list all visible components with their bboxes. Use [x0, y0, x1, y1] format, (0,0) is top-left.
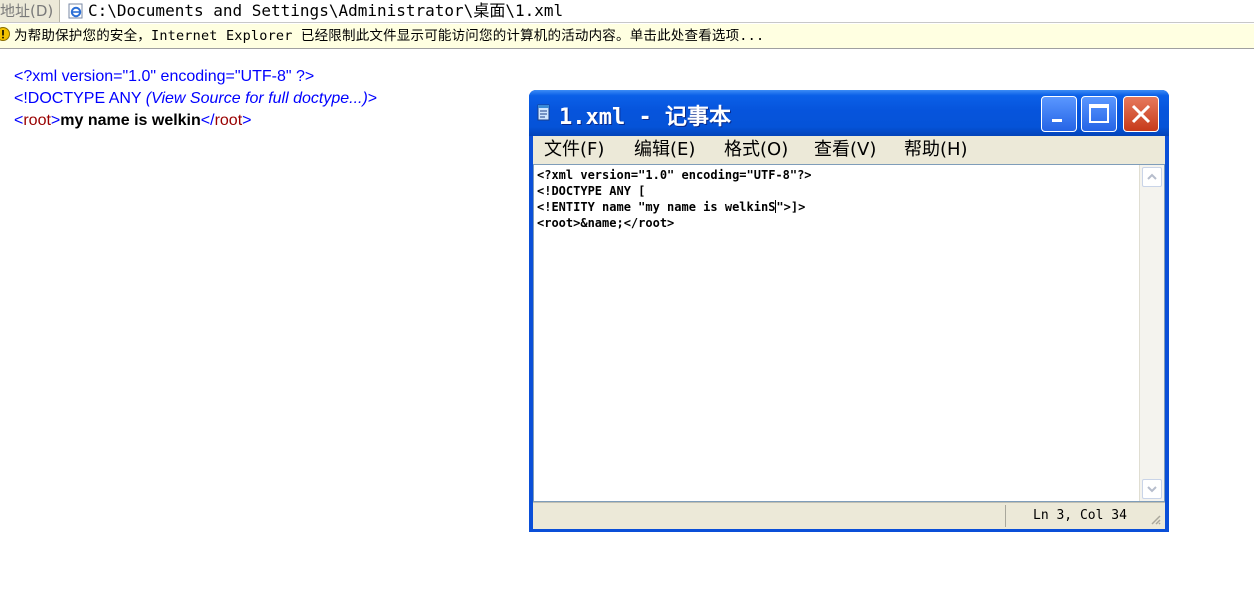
notepad-title-bar[interactable]: 1.xml - 记事本 — [529, 90, 1169, 136]
root-tag-name: root — [23, 112, 51, 129]
editor-line: <!DOCTYPE ANY [ — [537, 184, 646, 198]
close-icon — [1131, 104, 1151, 124]
vertical-scrollbar[interactable] — [1139, 165, 1164, 501]
menu-edit[interactable]: 编辑(E) — [634, 136, 695, 164]
view-source-note: (View Source for full doctype...) — [145, 90, 368, 107]
maximize-icon — [1089, 104, 1109, 123]
shield-warning-icon — [0, 27, 10, 41]
root-content: my name is welkin — [60, 112, 201, 129]
chevron-up-icon — [1147, 173, 1157, 180]
notepad-icon — [537, 104, 550, 121]
menu-view[interactable]: 查看(V) — [814, 136, 876, 164]
xml-document-view: <?xml version="1.0" encoding="UTF-8" ?> … — [14, 66, 377, 132]
root-end-close-bracket: > — [242, 112, 252, 129]
window-title: 1.xml - 记事本 — [559, 105, 731, 130]
maximize-button[interactable] — [1081, 96, 1117, 132]
root-end-tag-name: root — [214, 112, 243, 129]
menu-help[interactable]: 帮助(H) — [904, 136, 968, 164]
address-input[interactable]: C:\Documents and Settings\Administrator\… — [88, 0, 563, 22]
xml-doctype-close: > — [367, 90, 378, 107]
address-bar: 地址(D) C:\Documents and Settings\Administ… — [0, 0, 1254, 23]
xml-root-line: <root>my name is welkin</root> — [14, 110, 377, 132]
status-bar: Ln 3, Col 34 — [533, 502, 1165, 529]
root-end-open-bracket: </ — [200, 112, 215, 129]
xml-doctype: <!DOCTYPE ANY — [14, 90, 142, 107]
text-editor-area[interactable]: <?xml version="1.0" encoding="UTF-8"?> <… — [533, 164, 1165, 502]
editor-line: <!ENTITY name "my name is welkinS">]> — [537, 199, 812, 215]
scroll-down-button[interactable] — [1142, 479, 1162, 499]
root-open-close-bracket: > — [50, 112, 61, 129]
editor-line: <?xml version="1.0" encoding="UTF-8"?> — [537, 168, 812, 182]
ie-page-icon — [68, 3, 83, 19]
security-info-bar[interactable]: 为帮助保护您的安全，Internet Explorer 已经限制此文件显示可能访… — [0, 24, 1254, 49]
info-bar-text[interactable]: 为帮助保护您的安全，Internet Explorer 已经限制此文件显示可能访… — [14, 24, 764, 48]
xml-declaration-line: <?xml version="1.0" encoding="UTF-8" ?> — [14, 66, 377, 88]
xml-declaration: <?xml version="1.0" encoding="UTF-8" ?> — [14, 68, 315, 85]
address-label: 地址(D) — [0, 0, 61, 22]
editor-line: <root>&name;</root> — [537, 216, 675, 230]
menu-file[interactable]: 文件(F) — [544, 136, 604, 164]
editor-line-text: <!ENTITY name "my name is welkinS — [537, 200, 776, 214]
close-button[interactable] — [1123, 96, 1159, 132]
minimize-button[interactable] — [1041, 96, 1077, 132]
menu-format[interactable]: 格式(O) — [724, 136, 788, 164]
status-divider — [1005, 505, 1006, 527]
menu-bar: 文件(F) 编辑(E) 格式(O) 查看(V) 帮助(H) — [533, 136, 1165, 164]
notepad-window[interactable]: 1.xml - 记事本 文件(F) 编辑(E) 格式(O) 查看(V) 帮助(H… — [529, 90, 1169, 532]
scroll-up-button[interactable] — [1142, 167, 1162, 187]
chevron-down-icon — [1147, 486, 1157, 493]
editor-content[interactable]: <?xml version="1.0" encoding="UTF-8"?> <… — [537, 167, 812, 231]
root-open-bracket: < — [14, 112, 24, 129]
xml-doctype-line: <!DOCTYPE ANY (View Source for full doct… — [14, 88, 377, 110]
editor-line-text-after-caret: ">]> — [776, 200, 806, 214]
cursor-position: Ln 3, Col 34 — [1033, 508, 1127, 523]
minimize-icon — [1052, 119, 1062, 122]
resize-grip-icon[interactable] — [1149, 513, 1161, 525]
